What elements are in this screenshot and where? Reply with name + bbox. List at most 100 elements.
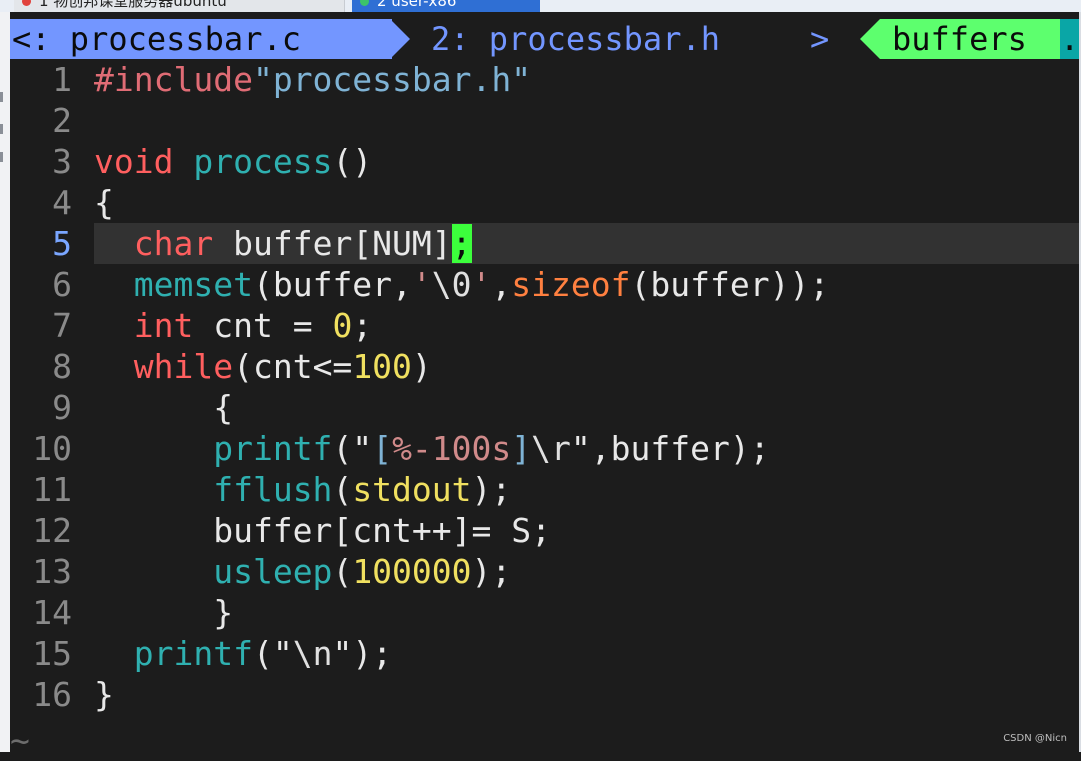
code-line[interactable]: 1 #include"processbar.h" bbox=[10, 59, 1079, 100]
host-tab-label: 1 物创邦课堂服务器ubuntu bbox=[39, 0, 227, 10]
code-token: { bbox=[94, 388, 234, 427]
code-token: } bbox=[94, 593, 234, 632]
code-line[interactable]: 2 bbox=[10, 100, 1079, 141]
code-token: usleep bbox=[213, 552, 333, 591]
code-line[interactable]: 16} bbox=[10, 674, 1079, 715]
line-number: 6 bbox=[52, 265, 72, 304]
code-line[interactable]: 7 int cnt = 0; bbox=[10, 305, 1079, 346]
code-token: [ bbox=[372, 429, 393, 468]
host-tab-bar: 1 物创邦课堂服务器ubuntu 2 user-x86 bbox=[0, 0, 1081, 12]
code-token: , bbox=[491, 265, 512, 304]
tab-processbar-c[interactable]: <: processbar.c bbox=[10, 19, 392, 59]
code-token: void bbox=[94, 142, 174, 181]
code-token: ' bbox=[411, 265, 432, 304]
code-line[interactable]: 6 memset(buffer,'\0',sizeof(buffer)); bbox=[10, 264, 1079, 305]
vim-tabline: <: processbar.c 2: processbar.h > buffer… bbox=[10, 19, 1079, 59]
code-token: ) bbox=[411, 347, 432, 386]
line-number: 16 bbox=[32, 675, 72, 714]
buffers-arrow-icon bbox=[860, 19, 880, 59]
code-token: { bbox=[94, 183, 114, 222]
edge-marker bbox=[0, 152, 3, 162]
line-code: void process() bbox=[94, 141, 372, 182]
code-token: sizeof bbox=[511, 265, 631, 304]
code-token: () bbox=[332, 142, 373, 181]
line-code: while(cnt<=100) bbox=[94, 346, 432, 387]
code-token: buffer[cnt++]= S; bbox=[94, 511, 551, 550]
code-line[interactable]: 8 while(cnt<=100) bbox=[10, 346, 1079, 387]
host-tab-label: 2 user-x86 bbox=[377, 0, 457, 10]
code-token: buffer[NUM] bbox=[213, 224, 452, 263]
host-tab-ubuntu-server[interactable]: 1 物创邦课堂服务器ubuntu bbox=[14, 0, 345, 12]
tab-processbar-h[interactable]: 2: processbar.h bbox=[431, 19, 720, 59]
line-number: 9 bbox=[52, 388, 72, 427]
status-dot-icon bbox=[360, 0, 369, 6]
line-number: 4 bbox=[52, 183, 72, 222]
line-number: 14 bbox=[32, 593, 72, 632]
status-dot-icon bbox=[22, 0, 31, 6]
code-token: (" bbox=[252, 634, 293, 673]
code-line[interactable]: 3 void process() bbox=[10, 141, 1079, 182]
code-token: cnt = bbox=[193, 306, 333, 345]
code-token: memset bbox=[133, 265, 253, 304]
line-number: 5 bbox=[52, 224, 72, 263]
code-line[interactable]: 14 } bbox=[10, 592, 1079, 633]
code-token: process bbox=[193, 142, 333, 181]
code-token: 100 bbox=[352, 347, 412, 386]
buffers-indicator[interactable]: buffers bbox=[880, 19, 1070, 59]
code-line[interactable]: 13 usleep(100000); bbox=[10, 551, 1079, 592]
line-number: 12 bbox=[32, 511, 72, 550]
code-line[interactable]: 4{ bbox=[10, 182, 1079, 223]
code-token: ); bbox=[471, 470, 512, 509]
line-number: 13 bbox=[32, 552, 72, 591]
code-line[interactable]: 10 printf("[%-100s]\r",buffer); bbox=[10, 428, 1079, 469]
code-token: "processbar.h" bbox=[252, 60, 532, 99]
code-token: \r bbox=[531, 429, 571, 468]
watermark: CSDN @Nicn bbox=[1003, 733, 1067, 744]
code-token: ' bbox=[471, 265, 492, 304]
code-token: %-100s bbox=[392, 429, 512, 468]
line-code: buffer[cnt++]= S; bbox=[94, 510, 551, 551]
code-token: printf bbox=[213, 429, 333, 468]
code-token: \n bbox=[292, 634, 333, 673]
code-token: #include bbox=[94, 60, 253, 99]
text-cursor: ; bbox=[451, 224, 472, 263]
line-number: 7 bbox=[52, 306, 72, 345]
line-code: int cnt = 0; bbox=[94, 305, 372, 346]
code-token: ; bbox=[352, 306, 373, 345]
code-token: \0 bbox=[431, 265, 472, 304]
line-code: #include"processbar.h" bbox=[94, 59, 531, 100]
line-code: { bbox=[94, 387, 233, 428]
buffers-end-marker: . bbox=[1060, 19, 1079, 59]
code-token: (" bbox=[332, 429, 373, 468]
line-code: char buffer[NUM]; bbox=[94, 223, 472, 264]
code-editor[interactable]: ~ CSDN @Nicn 1 #include"processbar.h" 2 3 vo… bbox=[10, 59, 1079, 760]
code-token: 0 bbox=[332, 306, 353, 345]
line-code: { bbox=[94, 182, 114, 223]
code-token: } bbox=[94, 675, 114, 714]
code-line[interactable]: 5 char buffer[NUM]; bbox=[52, 223, 1079, 264]
code-line[interactable]: 15 printf("\n"); bbox=[10, 633, 1079, 674]
line-number: 3 bbox=[52, 142, 72, 181]
code-line[interactable]: 9 { bbox=[10, 387, 1079, 428]
code-line[interactable]: 12 buffer[cnt++]= S; bbox=[10, 510, 1079, 551]
edge-marker bbox=[0, 124, 3, 134]
line-code: } bbox=[94, 674, 114, 715]
host-tab-user-x86[interactable]: 2 user-x86 bbox=[352, 0, 540, 12]
line-code: usleep(100000); bbox=[94, 551, 511, 592]
code-line[interactable]: 11 fflush(stdout); bbox=[10, 469, 1079, 510]
code-token: ",buffer); bbox=[570, 429, 770, 468]
code-token: while bbox=[133, 347, 234, 386]
code-token: char bbox=[133, 224, 214, 263]
line-number: 8 bbox=[52, 347, 72, 386]
tab-arrow-icon bbox=[390, 19, 410, 59]
line-number: 2 bbox=[52, 101, 72, 140]
code-token: ( bbox=[332, 552, 353, 591]
